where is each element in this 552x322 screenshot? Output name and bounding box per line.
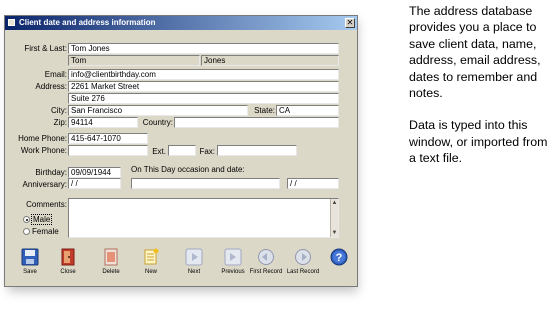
window-icon xyxy=(8,19,15,26)
female-radio[interactable] xyxy=(23,228,30,235)
address-line1-field[interactable]: 2261 Market Street xyxy=(68,81,339,92)
delete-icon xyxy=(104,248,118,266)
birthday-field[interactable]: 09/09/1944 xyxy=(68,167,121,178)
state-label: State: xyxy=(254,106,275,115)
new-button[interactable]: New xyxy=(134,248,168,282)
home-phone-label: Home Phone: xyxy=(18,134,67,143)
country-field[interactable] xyxy=(174,117,339,128)
client-info-window: Client date and address information ✕ Fi… xyxy=(4,15,358,287)
address-line2-field[interactable]: Suite 276 xyxy=(68,93,339,104)
delete-button[interactable]: Delete xyxy=(94,248,128,282)
next-icon xyxy=(185,248,203,266)
save-icon xyxy=(21,248,39,266)
comments-label: Comments: xyxy=(26,200,67,209)
next-button[interactable]: Next xyxy=(177,248,211,282)
work-phone-field[interactable] xyxy=(68,145,148,156)
new-record-icon xyxy=(144,248,159,265)
new-label: New xyxy=(144,269,157,275)
fax-field[interactable] xyxy=(217,145,297,156)
window-close-button[interactable]: ✕ xyxy=(345,18,355,28)
ext-field[interactable] xyxy=(168,145,196,156)
first-record-button[interactable]: First Record xyxy=(249,248,283,282)
city-field[interactable]: San Francisco xyxy=(68,105,248,116)
comments-scrollbar[interactable]: ▲ ▼ xyxy=(330,199,338,237)
work-phone-label: Work Phone: xyxy=(20,146,67,155)
anniversary-field[interactable]: / / xyxy=(68,178,121,189)
zip-label: Zip: xyxy=(53,118,67,127)
home-phone-field[interactable]: 415-647-1070 xyxy=(68,133,148,144)
city-label: City: xyxy=(51,106,67,115)
full-name-field[interactable]: Tom Jones xyxy=(68,43,339,54)
description-text: The address database provides you a plac… xyxy=(409,3,552,183)
occasion-field[interactable] xyxy=(131,178,280,189)
country-label: Country: xyxy=(142,118,173,127)
close-button[interactable]: Close xyxy=(51,248,85,282)
email-field[interactable]: info@clientbirthday.com xyxy=(68,69,339,80)
scroll-up-icon[interactable]: ▲ xyxy=(331,199,338,207)
anniversary-label: Anniversary: xyxy=(22,180,67,189)
save-button[interactable]: Save xyxy=(13,248,47,282)
previous-icon xyxy=(224,248,242,266)
last-record-label: Last Record xyxy=(286,269,320,275)
on-this-day-label: On This Day occasion and date: xyxy=(131,165,245,174)
close-label: Close xyxy=(60,269,76,275)
email-label: Email: xyxy=(44,70,67,79)
title-bar[interactable]: Client date and address information ✕ xyxy=(5,16,357,30)
occasion-date-field[interactable]: / / xyxy=(287,178,339,189)
ext-label: Ext. xyxy=(152,147,166,156)
address-label: Address: xyxy=(35,82,67,91)
description-paragraph-2: Data is typed into this window, or impor… xyxy=(409,118,548,166)
last-record-button[interactable]: Last Record xyxy=(286,248,320,282)
female-label[interactable]: Female xyxy=(32,226,59,237)
male-label[interactable]: Male xyxy=(31,214,53,225)
previous-button[interactable]: Previous xyxy=(216,248,250,282)
state-field[interactable]: CA xyxy=(276,105,339,116)
close-door-icon xyxy=(61,248,75,266)
window-title: Client date and address information xyxy=(19,18,156,27)
birthday-label: Birthday: xyxy=(35,168,67,177)
first-record-icon xyxy=(258,249,274,265)
comments-textarea[interactable]: ▲ ▼ xyxy=(68,198,339,238)
help-icon: ? xyxy=(330,248,348,266)
description-paragraph-1: The address database provides you a plac… xyxy=(409,4,541,101)
zip-field[interactable]: 94114 xyxy=(68,117,138,128)
svg-text:?: ? xyxy=(336,252,343,264)
last-name-field[interactable]: Jones xyxy=(201,55,339,66)
scroll-down-icon[interactable]: ▼ xyxy=(331,229,338,237)
help-button[interactable]: ? xyxy=(322,248,356,282)
last-record-icon xyxy=(295,249,311,265)
male-radio[interactable] xyxy=(23,216,30,223)
first-name-field[interactable]: Tom xyxy=(68,55,200,66)
fax-label: Fax: xyxy=(199,147,215,156)
first-last-label: First & Last: xyxy=(24,44,67,53)
